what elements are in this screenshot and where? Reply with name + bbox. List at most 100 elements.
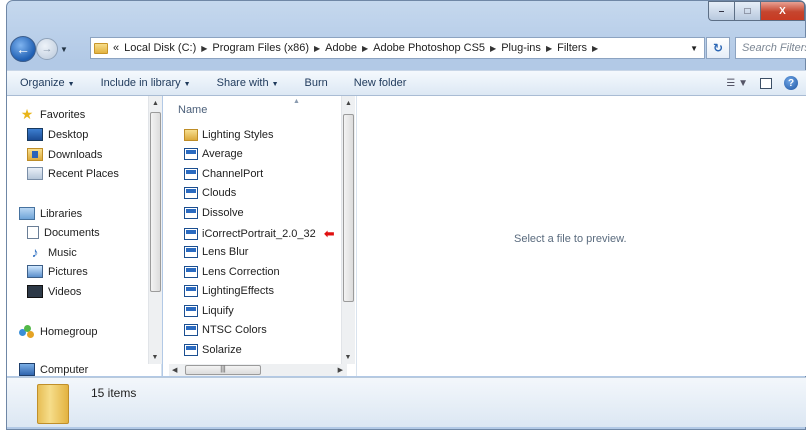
breadcrumb-chevron-icon[interactable]: ▶ <box>546 44 552 53</box>
burn-button[interactable]: Burn <box>292 77 341 89</box>
documents-icon <box>27 226 39 239</box>
file-list-hscrollbar[interactable]: ◀ ||| ▶ <box>169 364 347 376</box>
maximize-button[interactable]: □ <box>735 1 761 21</box>
breadcrumb-filters[interactable]: Filters <box>557 42 587 54</box>
scroll-right-icon[interactable]: ▶ <box>338 366 343 374</box>
folder-icon <box>184 129 198 141</box>
scroll-down-icon[interactable]: ▼ <box>342 350 354 364</box>
preview-message: Select a file to preview. <box>514 233 627 245</box>
scrollbar-thumb[interactable] <box>343 114 354 302</box>
nav-libraries[interactable]: Libraries <box>19 207 82 220</box>
plugin-file-icon <box>184 285 198 297</box>
file-row[interactable]: ChannelPort <box>184 168 263 180</box>
breadcrumb-chevron-icon[interactable]: ▶ <box>362 44 368 53</box>
caption-buttons: – □ X <box>708 1 805 21</box>
scroll-left-icon[interactable]: ◀ <box>172 366 177 374</box>
file-row[interactable]: NTSC Colors <box>184 324 267 336</box>
item-count: 15 items <box>91 386 137 400</box>
navigation-scrollbar[interactable]: ▲ ▼ <box>148 96 162 364</box>
star-icon: ★ <box>20 106 34 122</box>
nav-downloads[interactable]: Downloads <box>27 148 102 161</box>
file-list-scrollbar[interactable]: ▲ ▼ <box>341 96 355 364</box>
nav-desktop[interactable]: Desktop <box>27 128 88 141</box>
computer-icon <box>19 363 35 376</box>
plugin-file-icon <box>184 305 198 317</box>
scroll-up-icon[interactable]: ▲ <box>149 96 162 110</box>
refresh-button[interactable]: ↻ <box>706 37 730 59</box>
recent-pages-dropdown[interactable]: ▼ <box>60 45 68 54</box>
file-name: Lens Blur <box>202 246 249 258</box>
file-name: NTSC Colors <box>202 324 267 336</box>
plugin-file-icon <box>184 266 198 278</box>
column-header-name[interactable]: Name <box>178 104 207 116</box>
downloads-icon <box>27 148 43 161</box>
plugin-file-icon <box>184 246 198 258</box>
address-history-dropdown[interactable]: ▼ <box>690 44 698 53</box>
nav-music[interactable]: ♪ Music <box>27 244 77 260</box>
file-name: ChannelPort <box>202 168 264 180</box>
hscroll-thumb[interactable]: ||| <box>185 365 261 375</box>
nav-documents[interactable]: Documents <box>27 226 100 239</box>
scroll-up-icon[interactable]: ▲ <box>342 96 355 110</box>
plugin-file-icon <box>184 148 198 160</box>
nav-homegroup[interactable]: Homegroup <box>19 325 97 338</box>
share-with-button[interactable]: Share with ▼ <box>204 77 292 89</box>
nav-pictures[interactable]: Pictures <box>27 265 88 278</box>
sort-ascending-icon: ▲ <box>293 98 300 105</box>
file-name: Clouds <box>202 187 237 199</box>
new-folder-button[interactable]: New folder <box>341 77 420 89</box>
file-row[interactable]: Dissolve <box>184 207 244 219</box>
file-row[interactable]: Lens Blur <box>184 246 248 258</box>
forward-button[interactable]: → <box>36 38 58 60</box>
organize-label: Organize <box>20 77 65 89</box>
search-input[interactable]: Search Filters ⚲ <box>735 37 806 59</box>
help-icon[interactable]: ? <box>784 76 798 90</box>
preview-pane-icon[interactable] <box>760 77 772 89</box>
scrollbar-thumb[interactable] <box>150 112 161 292</box>
file-row[interactable]: Solarize <box>184 344 242 356</box>
file-row[interactable]: Lighting Styles <box>184 129 274 141</box>
breadcrumb-program-files[interactable]: Program Files (x86) <box>212 42 309 54</box>
view-controls: ☰ ▼ ? <box>726 71 806 95</box>
nav-label: Libraries <box>40 207 83 220</box>
breadcrumb-chevron-icon[interactable]: ▶ <box>314 44 320 53</box>
change-view-icon[interactable]: ☰ ▼ <box>726 78 748 89</box>
file-name: Dissolve <box>202 207 244 219</box>
nav-label: Homegroup <box>40 325 98 338</box>
breadcrumb-adobe[interactable]: Adobe <box>325 42 357 54</box>
scroll-down-icon[interactable]: ▼ <box>149 350 161 364</box>
breadcrumb-chevron-icon[interactable]: ▶ <box>490 44 496 53</box>
breadcrumb-photoshop[interactable]: Adobe Photoshop CS5 <box>373 42 485 54</box>
dropdown-arrow-icon: ▼ <box>67 81 75 88</box>
pictures-icon <box>27 265 43 278</box>
breadcrumb-local-disk[interactable]: Local Disk (C:) <box>124 42 196 54</box>
include-in-library-button[interactable]: Include in library ▼ <box>88 77 204 89</box>
back-button[interactable]: ← <box>10 36 36 62</box>
nav-label: Music <box>48 246 77 259</box>
file-row[interactable]: Average <box>184 148 243 160</box>
refresh-icon: ↻ <box>712 41 724 55</box>
nav-favorites[interactable]: ★ Favorites <box>19 106 86 122</box>
file-row[interactable]: Lens Correction <box>184 266 280 278</box>
file-row[interactable]: Clouds <box>184 187 236 199</box>
music-icon: ♪ <box>31 244 39 260</box>
plugin-file-icon <box>184 207 198 219</box>
dropdown-arrow-icon: ▼ <box>183 81 191 88</box>
address-bar[interactable]: « Local Disk (C:) ▶ Program Files (x86) … <box>90 37 705 59</box>
file-row[interactable]: iCorrectPortrait_2.0_32 ⬅ <box>184 226 335 242</box>
file-name: Solarize <box>202 344 242 356</box>
close-button[interactable]: X <box>761 1 805 21</box>
breadcrumb-overflow[interactable]: « <box>113 42 119 54</box>
organize-button[interactable]: Organize ▼ <box>7 77 88 89</box>
nav-label: Computer <box>40 363 89 376</box>
breadcrumb-plugins[interactable]: Plug-ins <box>501 42 541 54</box>
file-row[interactable]: Liquify <box>184 305 234 317</box>
breadcrumb-chevron-icon[interactable]: ▶ <box>201 44 207 53</box>
nav-computer[interactable]: Computer <box>19 363 88 376</box>
file-row[interactable]: LightingEffects <box>184 285 274 297</box>
homegroup-icon <box>19 325 35 338</box>
nav-videos[interactable]: Videos <box>27 285 81 298</box>
minimize-button[interactable]: – <box>708 1 735 21</box>
breadcrumb-chevron-icon[interactable]: ▶ <box>592 44 598 53</box>
nav-recent-places[interactable]: Recent Places <box>27 167 119 180</box>
